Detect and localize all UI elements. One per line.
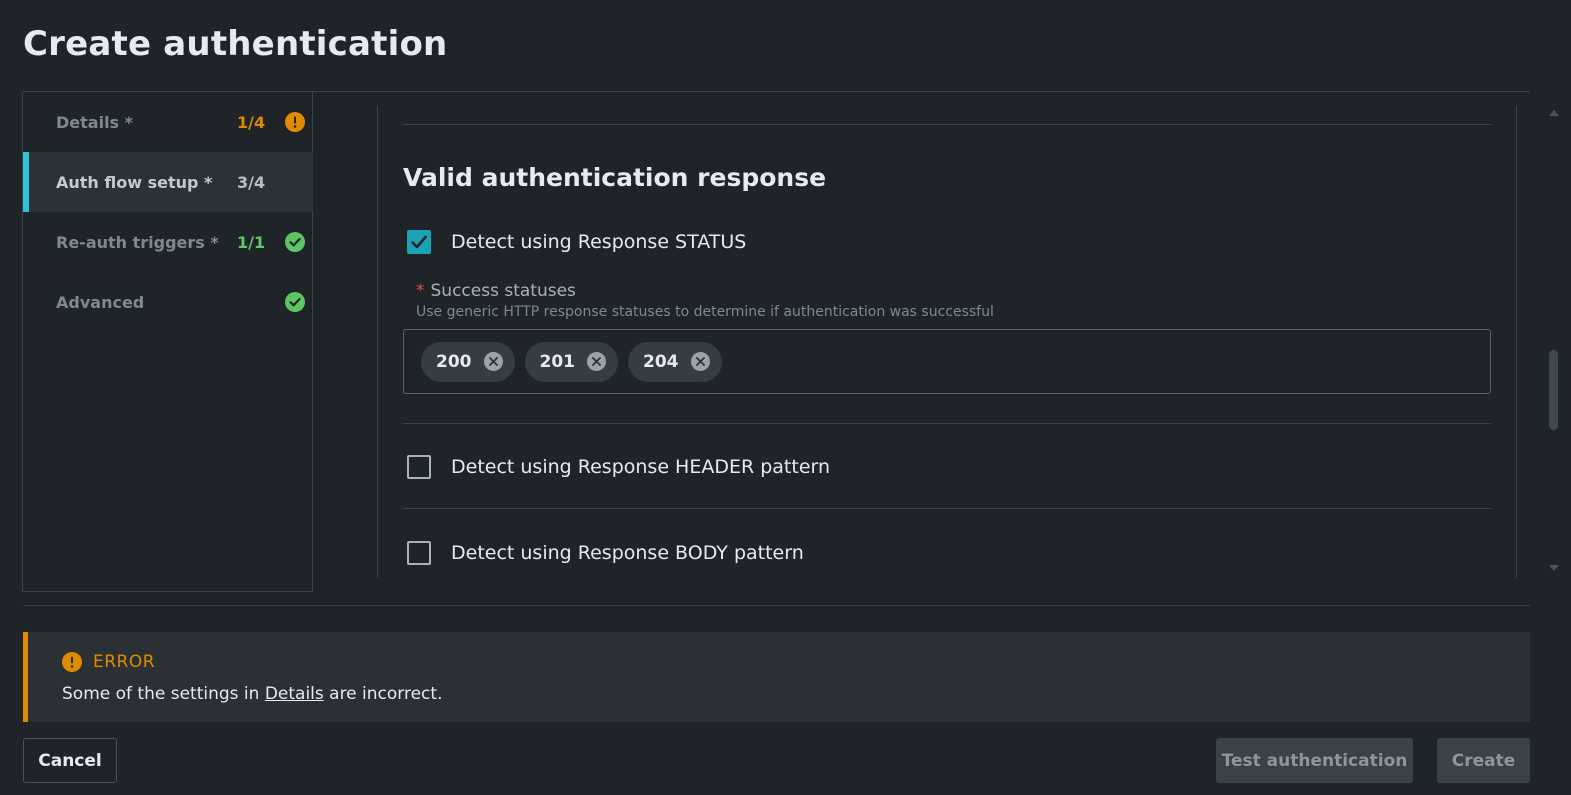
sidebar-item-auth-flow-setup[interactable]: Auth flow setup * 3/4 [23, 152, 313, 212]
header-check-label: Detect using Response HEADER pattern [451, 456, 831, 478]
success-statuses-input[interactable]: 200 201 204 [403, 329, 1491, 394]
body-check-label: Detect using Response BODY pattern [451, 542, 804, 564]
remove-tag-icon[interactable] [587, 352, 606, 371]
error-title: ERROR [93, 652, 156, 672]
sidebar-item-count: 1/1 [237, 232, 266, 252]
status-tag: 201 [524, 341, 618, 382]
status-checkbox[interactable] [407, 230, 431, 254]
body-checkbox[interactable] [407, 541, 431, 565]
status-tag-label: 201 [539, 351, 576, 372]
status-tag: 200 [421, 341, 515, 382]
footer-divider [23, 605, 1530, 606]
status-tag: 204 [628, 341, 722, 382]
status-check-label: Detect using Response STATUS [451, 231, 747, 253]
remove-tag-icon[interactable] [690, 352, 710, 371]
check-circle-icon [285, 292, 305, 312]
success-statuses-label: * Success statuses [416, 281, 576, 301]
sidebar-item-label: Auth flow setup * [56, 172, 213, 192]
test-authentication-button[interactable]: Test authentication [1216, 738, 1413, 783]
create-button[interactable]: Create [1437, 738, 1530, 783]
scrollbar-thumb[interactable] [1549, 350, 1558, 430]
success-statuses-help: Use generic HTTP response statuses to de… [416, 304, 994, 320]
content-border-right [1516, 106, 1517, 578]
error-message-prefix: Some of the settings in [62, 684, 265, 704]
error-header: ERROR [62, 652, 155, 672]
warning-icon [285, 112, 305, 132]
scrollbar[interactable] [1547, 106, 1561, 578]
cancel-button[interactable]: Cancel [23, 738, 117, 783]
error-details-link[interactable]: Details [265, 684, 324, 704]
body-check-row[interactable]: Detect using Response BODY pattern [407, 541, 804, 565]
remove-tag-icon[interactable] [483, 352, 503, 371]
page-title: Create authentication [23, 24, 448, 64]
required-mark: * [416, 281, 425, 301]
sidebar-item-re-auth-triggers[interactable]: Re-auth triggers * 1/1 [23, 212, 313, 272]
sidebar-item-advanced[interactable]: Advanced [23, 272, 313, 332]
success-statuses-label-text: Success statuses [430, 281, 576, 301]
status-check-row[interactable]: Detect using Response STATUS [407, 230, 746, 254]
sidebar-item-label: Details * [56, 112, 134, 132]
checkmark-icon [411, 235, 427, 249]
scroll-down-arrow-icon[interactable] [1549, 565, 1559, 571]
divider [403, 508, 1491, 509]
error-message-suffix: are incorrect. [323, 684, 443, 704]
divider [403, 423, 1491, 424]
error-banner: ERROR Some of the settings in Details ar… [23, 632, 1530, 722]
sidebar-item-label: Advanced [56, 292, 145, 312]
error-message: Some of the settings in Details are inco… [62, 684, 442, 704]
step-sidebar: Details * 1/4 Auth flow setup * 3/4 Re-a… [22, 92, 313, 592]
check-circle-icon [285, 232, 305, 252]
status-tag-label: 200 [436, 351, 472, 372]
warning-icon [62, 652, 82, 672]
scroll-up-arrow-icon[interactable] [1549, 110, 1559, 116]
header-checkbox[interactable] [407, 455, 431, 479]
sidebar-item-count: 3/4 [237, 172, 266, 192]
sidebar-item-label: Re-auth triggers * [56, 232, 219, 252]
content-border-left [377, 106, 378, 578]
sidebar-item-details[interactable]: Details * 1/4 [23, 92, 313, 152]
sidebar-item-count: 1/4 [237, 112, 266, 132]
header-check-row[interactable]: Detect using Response HEADER pattern [407, 455, 830, 479]
status-tag-label: 204 [643, 351, 679, 372]
divider [403, 124, 1491, 125]
section-title: Valid authentication response [403, 163, 827, 192]
